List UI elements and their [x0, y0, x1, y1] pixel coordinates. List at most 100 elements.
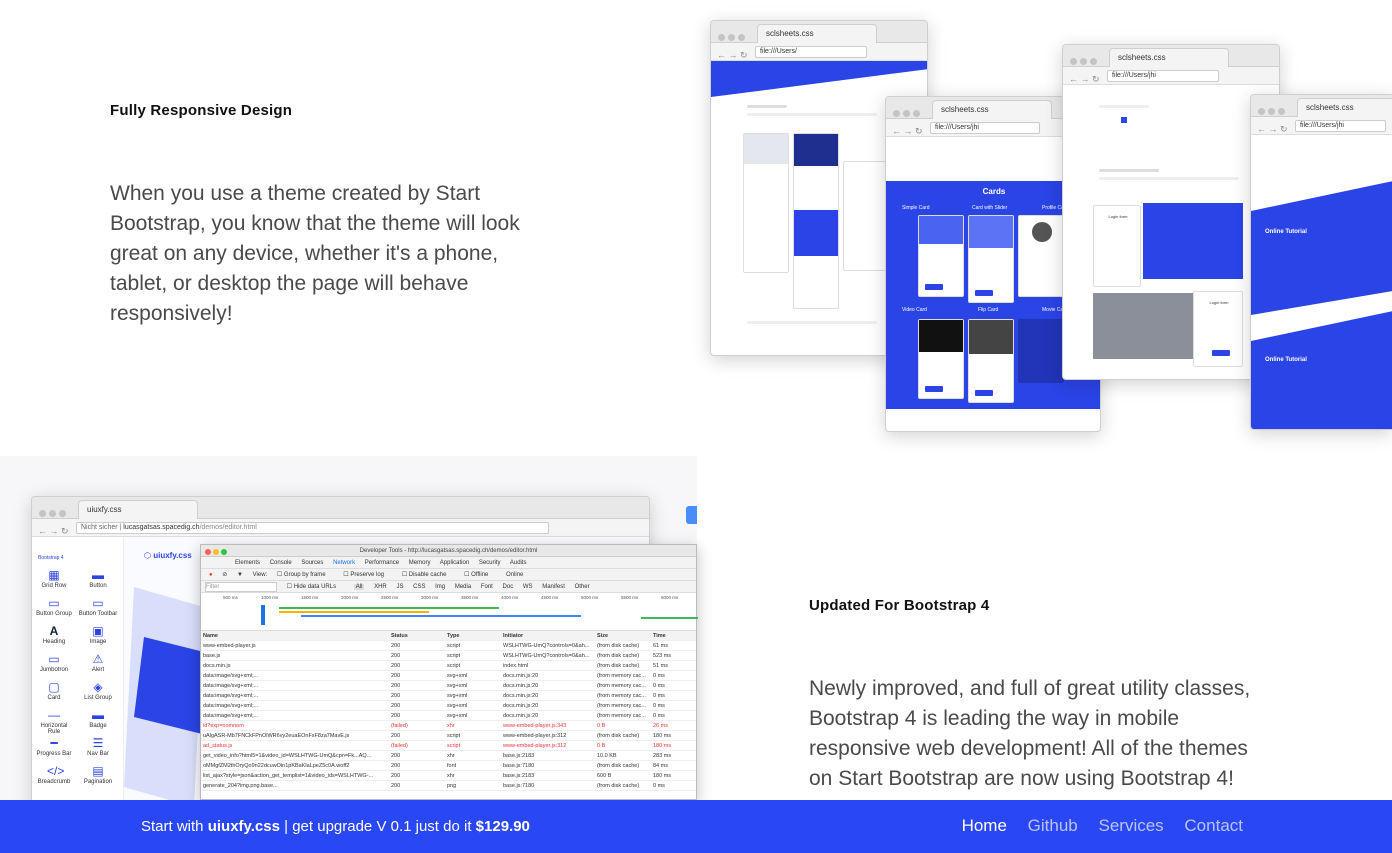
table-row[interactable]: ad_status.js (failed) script www-embed-play…: [201, 741, 696, 751]
table-cell: 600 B: [597, 773, 612, 779]
table-row[interactable]: generate_204?img.png.base... 200 png base.j…: [201, 781, 696, 791]
sidebar-item-heading[interactable]: A Heading: [34, 625, 74, 645]
text-line: Bootstrap 4 is leading the way in mobile: [809, 707, 1180, 730]
tutorial-title: Online Tutorial: [1265, 229, 1307, 235]
record-icon[interactable]: ●: [209, 572, 213, 578]
sidebar-item-button-toolbar[interactable]: ▭ Button Toolbar: [78, 597, 118, 617]
feature-text-responsive: When you use a theme created by Start Bo…: [110, 179, 580, 329]
login-title: Login form: [1108, 214, 1128, 219]
table-cell: docs.min.js:20: [503, 713, 539, 719]
table-cell: docs.min.js:20: [503, 683, 539, 689]
sidebar-item-button[interactable]: ▬ Button: [78, 569, 118, 589]
table-row[interactable]: www-embed-player.js 200 script WSLHTWG-UmQ?…: [201, 641, 696, 651]
table-row[interactable]: data:image/svg+xml;... 200 svg+xml docs.min…: [201, 691, 696, 701]
table-row[interactable]: data:image/svg+xml;... 200 svg+xml docs.min…: [201, 701, 696, 711]
nav-home[interactable]: Home: [962, 816, 1007, 835]
table-row[interactable]: base.js 200 script WSLHTWG-UmQ?controls=0&a…: [201, 651, 696, 661]
table-row[interactable]: docs.min.js 200 script index.html (from disk…: [201, 661, 696, 671]
table-cell: 200: [391, 643, 401, 649]
grid-icon: ▦: [48, 568, 60, 582]
sidebar-item-progress-bar[interactable]: ━ Progress Bar: [34, 737, 74, 757]
tab-console[interactable]: Console: [270, 560, 292, 566]
card: [968, 319, 1014, 403]
throttle-select[interactable]: Online: [506, 572, 523, 578]
type-doc[interactable]: Doc: [503, 584, 514, 590]
sidebar-item-horizontal-rule[interactable]: — Horizontal Rule: [34, 709, 74, 735]
table-cell: base.js:7180: [503, 783, 535, 789]
preserve-log-checkbox[interactable]: ☐ Preserve log: [343, 572, 392, 578]
table-row[interactable]: data:image/svg+xml;... 200 svg+xml docs.min…: [201, 711, 696, 721]
bottom-navbar: Start with uiuxfy.css | get upgrade V 0.…: [0, 800, 1392, 853]
table-cell: 200: [391, 663, 401, 669]
sidebar-item-breadcrumb[interactable]: </> Breadcrumb: [34, 765, 74, 785]
type-xhr[interactable]: XHR: [374, 584, 387, 590]
nav-contact[interactable]: Contact: [1184, 816, 1243, 835]
disable-cache-checkbox[interactable]: ☐ Disable cache: [402, 572, 455, 578]
card: [743, 133, 789, 273]
tab-performance[interactable]: Performance: [365, 560, 399, 566]
nav-services[interactable]: Services: [1098, 816, 1163, 835]
table-cell: (from disk cache): [597, 783, 640, 789]
type-all[interactable]: All: [353, 584, 365, 590]
table-cell: svg+xml: [447, 683, 468, 689]
type-css[interactable]: CSS: [413, 584, 425, 590]
table-cell: script: [447, 653, 461, 659]
table-row[interactable]: get_video_info?html5=1&video_id=WSLHTWG-…: [201, 751, 696, 761]
nav-github[interactable]: Github: [1028, 816, 1078, 835]
filter-input[interactable]: Filter: [205, 582, 277, 592]
type-media[interactable]: Media: [455, 584, 471, 590]
tab-sources[interactable]: Sources: [301, 560, 323, 566]
table-cell: 200: [391, 783, 401, 789]
type-manifest[interactable]: Manifest: [542, 584, 565, 590]
tab-network[interactable]: Network: [333, 560, 355, 566]
group-by-frame-checkbox[interactable]: ☐ Group by frame: [277, 572, 334, 578]
table-cell: svg+xml: [447, 713, 468, 719]
table-row[interactable]: list_ajax?style=json&action_get_templist…: [201, 771, 696, 781]
hide-data-urls-checkbox[interactable]: ☐ Hide data URLs: [287, 584, 344, 590]
table-row[interactable]: data:image/svg+xml;... 200 svg+xml docs.min…: [201, 681, 696, 691]
feature-text-bootstrap4: Newly improved, and full of great utilit…: [809, 674, 1299, 794]
table-row[interactable]: data:image/svg+xml;... 200 svg+xml docs.min…: [201, 671, 696, 681]
type-other[interactable]: Other: [575, 584, 590, 590]
sidebar-item-badge[interactable]: ▬ Badge: [78, 709, 118, 729]
table-row[interactable]: uAlgASR-Mb7FNCkFPnOiWR6vy2euaEOnFxF8za7M…: [201, 731, 696, 741]
table-row[interactable]: oMMgfZM2thOryQo9n22dcuwOin1pKBaKlaLpeZ5c…: [201, 761, 696, 771]
text-line: on Start Bootstrap are now using Bootstr…: [809, 767, 1234, 790]
sidebar-item-jumbotron[interactable]: ▭ Jumbotron: [34, 653, 74, 673]
offline-checkbox[interactable]: ☐ Offline: [464, 572, 496, 578]
text-line: Bootstrap, you know that the theme will …: [110, 212, 520, 235]
sidebar-item-nav-bar[interactable]: ☰ Nav Bar: [78, 737, 118, 757]
devtools-tabs: Elements Console Sources Network Perform…: [201, 557, 696, 569]
clear-icon[interactable]: ⊘: [222, 572, 227, 578]
type-img[interactable]: Img: [435, 584, 445, 590]
sidebar-item-image[interactable]: ▣ Image: [78, 625, 118, 645]
type-font[interactable]: Font: [481, 584, 493, 590]
tab-audits[interactable]: Audits: [510, 560, 527, 566]
tab-memory[interactable]: Memory: [409, 560, 431, 566]
tab-security[interactable]: Security: [479, 560, 501, 566]
table-cell: index.html: [503, 663, 529, 669]
card: [1018, 215, 1064, 297]
login-card: Login form: [1193, 291, 1243, 367]
table-cell: 200: [391, 683, 401, 689]
table-cell: 200: [391, 673, 401, 679]
sidebar-item-list-group[interactable]: ◈ List Group: [78, 681, 118, 701]
table-cell: svg+xml: [447, 703, 468, 709]
sidebar-item-button-group[interactable]: ▭ Button Group: [34, 597, 74, 617]
sidebar-item-card[interactable]: ▢ Card: [34, 681, 74, 701]
table-cell: (failed): [391, 743, 408, 749]
card-label: Flip Card: [978, 307, 999, 313]
table-cell: base.js:2183: [503, 753, 535, 759]
type-ws[interactable]: WS: [523, 584, 533, 590]
sidebar-item-grid-row[interactable]: ▦ Grid Row: [34, 569, 74, 589]
sidebar-item-alert[interactable]: ⚠ Alert: [78, 653, 118, 673]
tab-application[interactable]: Application: [440, 560, 469, 566]
table-cell: 200: [391, 653, 401, 659]
type-js[interactable]: JS: [396, 584, 403, 590]
sidebar-item-pagination[interactable]: ▤ Pagination: [78, 765, 118, 785]
filter-icon[interactable]: ▼: [237, 572, 243, 578]
table-row[interactable]: id?exp=nomnom (failed) xhr www-embed-player…: [201, 721, 696, 731]
table-cell: docs.min.js:20: [503, 693, 539, 699]
tab-elements[interactable]: Elements: [235, 560, 260, 566]
nav-arrows-icon: ← → ↻: [892, 126, 923, 136]
